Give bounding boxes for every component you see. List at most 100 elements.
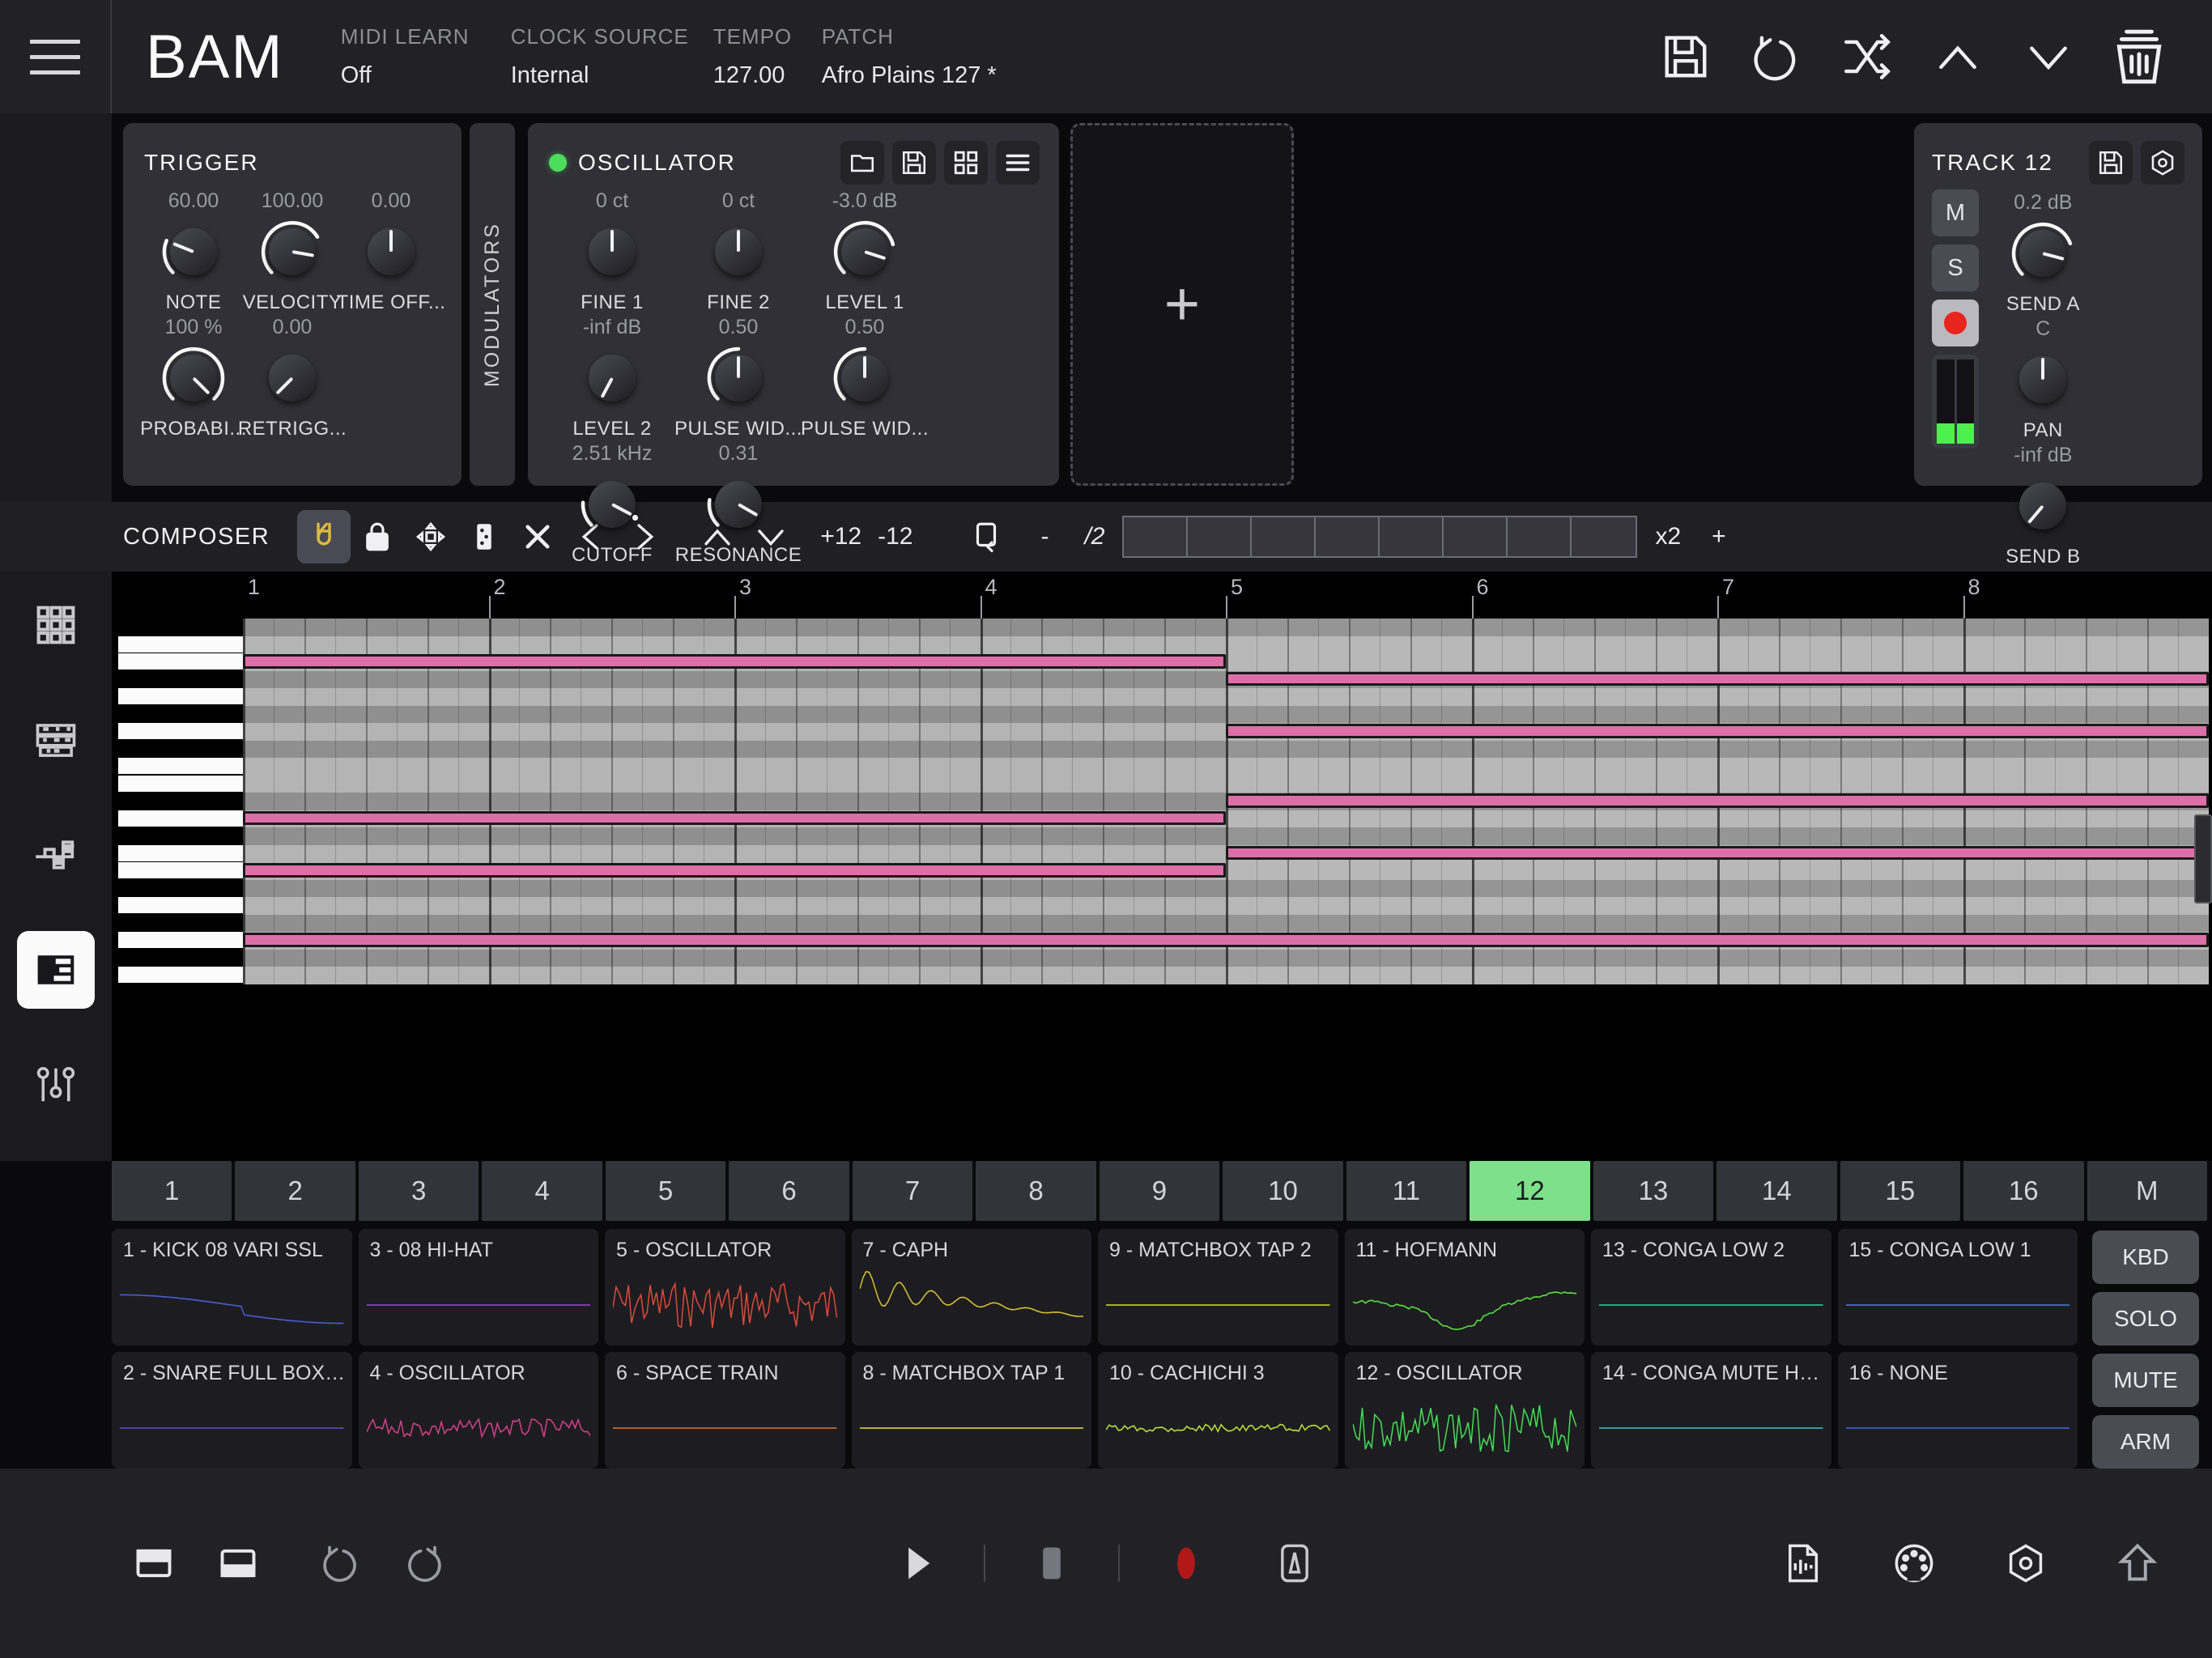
save-icon[interactable] — [1640, 0, 1731, 113]
knob-retrigg[interactable]: 0.00 RETRIGG... — [238, 314, 347, 440]
midi-note[interactable] — [1226, 793, 2209, 808]
folder-icon[interactable] — [840, 141, 884, 185]
move-icon[interactable] — [404, 510, 457, 563]
track-cell[interactable]: 1 - KICK 08 VARI SSL — [112, 1229, 352, 1346]
midi-note[interactable] — [243, 654, 1226, 669]
knob-dial[interactable] — [2008, 219, 2078, 288]
bar-segment[interactable] — [1508, 517, 1572, 556]
knob-level-2[interactable]: -inf dB LEVEL 2 — [549, 314, 675, 440]
shuffle-icon[interactable] — [1822, 0, 1912, 113]
midi-note[interactable] — [243, 933, 2209, 947]
note-grid[interactable] — [243, 619, 2209, 1161]
track-cell[interactable]: 2 - SNARE FULL BOX BRE... — [112, 1352, 352, 1469]
knob-probabi[interactable]: 100 % PROBABI... — [140, 314, 246, 440]
mute-button[interactable]: MUTE — [2092, 1354, 2199, 1407]
piano-key-white[interactable] — [118, 844, 243, 861]
chevron-up-icon[interactable] — [1912, 0, 2003, 113]
knob-pan[interactable]: C PAN — [1993, 316, 2094, 442]
piano-roll-ruler[interactable]: 1 2 3 4 5 6 7 8 — [112, 572, 2212, 620]
track-cell[interactable]: 4 - OSCILLATOR — [358, 1352, 598, 1469]
track-cell[interactable]: 16 - NONE — [1837, 1352, 2078, 1469]
knob-resonance[interactable]: 0.31 RESONANCE — [675, 440, 802, 567]
knob-dial[interactable] — [2008, 471, 2078, 541]
bar-segment[interactable] — [1124, 517, 1189, 556]
knob-pulse-wid[interactable]: 0.50 PULSE WID... — [801, 314, 929, 440]
bar-segment[interactable] — [1252, 517, 1317, 556]
knob-note[interactable]: 60.00 NOTE — [144, 188, 243, 314]
undo-icon[interactable] — [1731, 0, 1822, 113]
save-icon[interactable] — [2089, 141, 2133, 185]
track-cell[interactable]: 3 - 08 HI-HAT — [358, 1229, 598, 1346]
knob-dial[interactable] — [577, 343, 647, 413]
knob-dial[interactable] — [704, 470, 773, 539]
track-mute-button[interactable]: M — [1932, 189, 1979, 236]
knob-dial[interactable] — [159, 343, 228, 413]
track-cell[interactable]: 15 - CONGA LOW 1 — [1837, 1229, 2078, 1346]
field-clock-source[interactable]: CLOCK SOURCE Internal — [511, 24, 713, 89]
field-tempo[interactable]: TEMPO 127.00 — [713, 24, 822, 89]
piano-key-white[interactable] — [118, 758, 243, 775]
track-cell[interactable]: 7 - CAPH — [851, 1229, 1091, 1346]
midi-note[interactable] — [1226, 671, 2209, 687]
knob-dial[interactable] — [704, 217, 773, 287]
track-tab-10[interactable]: 10 — [1223, 1161, 1343, 1221]
panel-layout-right-icon[interactable] — [196, 1521, 280, 1605]
knob-dial[interactable] — [257, 343, 327, 413]
bar-segment[interactable] — [1188, 517, 1253, 556]
panel-layout-left-icon[interactable] — [112, 1521, 196, 1605]
track-tab-6[interactable]: 6 — [729, 1161, 849, 1221]
knob-dial[interactable] — [257, 217, 327, 287]
knob-time-off[interactable]: 0.00 TIME OFF... — [337, 188, 445, 314]
piano-keyboard[interactable] — [112, 619, 243, 1161]
sidebar-item-sequencer-steps[interactable] — [17, 816, 95, 894]
piano-key-white[interactable] — [118, 862, 243, 879]
arm-button[interactable]: ARM — [2092, 1415, 2199, 1469]
track-tab-14[interactable]: 14 — [1716, 1161, 1837, 1221]
sidebar-item-mixer[interactable] — [17, 701, 95, 779]
grid-icon[interactable] — [944, 141, 988, 185]
knob-send-a[interactable]: 0.2 dB SEND A — [1993, 189, 2094, 316]
knob-dial[interactable] — [704, 343, 773, 413]
modulators-tab[interactable]: MODULATORS — [470, 123, 515, 486]
bar-segments[interactable] — [1122, 516, 1638, 558]
piano-key-white[interactable] — [118, 932, 243, 949]
solo-button[interactable]: SOLO — [2092, 1292, 2199, 1346]
knob-dial[interactable] — [159, 217, 228, 287]
settings-hex-icon[interactable] — [1984, 1521, 2068, 1605]
length-half-button[interactable]: /2 — [1076, 523, 1112, 551]
midi-note[interactable] — [1226, 724, 2209, 738]
track-cell[interactable]: 12 - OSCILLATOR — [1344, 1352, 1585, 1469]
knob-dial[interactable] — [830, 343, 900, 413]
knob-dial[interactable] — [2008, 345, 2078, 414]
track-tab-15[interactable]: 15 — [1840, 1161, 1961, 1221]
lock-icon[interactable] — [351, 510, 404, 563]
track-cell[interactable]: 8 - MATCHBOX TAP 1 — [851, 1352, 1091, 1469]
chevron-down-icon[interactable] — [2003, 0, 2094, 113]
piano-key-white[interactable] — [118, 723, 243, 740]
piano-key-white[interactable] — [118, 636, 243, 653]
track-solo-button[interactable]: S — [1932, 244, 1979, 291]
add-module-slot[interactable]: + — [1070, 123, 1294, 486]
piano-key-black[interactable] — [118, 879, 243, 896]
file-waveform-icon[interactable] — [1760, 1521, 1844, 1605]
midi-din-icon[interactable] — [1872, 1521, 1956, 1605]
track-tab-M[interactable]: M — [2087, 1161, 2207, 1221]
knob-dial[interactable] — [356, 217, 426, 287]
kbd-button[interactable]: KBD — [2092, 1231, 2199, 1284]
save-icon[interactable] — [892, 141, 936, 185]
track-tab-4[interactable]: 4 — [482, 1161, 602, 1221]
piano-key-black[interactable] — [118, 914, 243, 931]
track-tab-12[interactable]: 12 — [1470, 1161, 1590, 1221]
piano-key-black[interactable] — [118, 949, 243, 966]
shift-up-icon[interactable] — [2095, 1521, 2180, 1605]
track-cell[interactable]: 5 - OSCILLATOR — [605, 1229, 845, 1346]
field-midi-learn[interactable]: MIDI LEARN Off — [341, 24, 511, 89]
knob-pulse-wid[interactable]: 0.50 PULSE WID... — [674, 314, 802, 440]
track-tab-9[interactable]: 9 — [1099, 1161, 1220, 1221]
list-icon[interactable] — [996, 141, 1040, 185]
track-tab-1[interactable]: 1 — [112, 1161, 232, 1221]
track-tab-3[interactable]: 3 — [358, 1161, 479, 1221]
trash-waveform-icon[interactable] — [2094, 0, 2184, 113]
track-cell[interactable]: 11 - HOFMANN — [1344, 1229, 1585, 1346]
knob-velocity[interactable]: 100.00 VELOCITY — [243, 188, 342, 314]
